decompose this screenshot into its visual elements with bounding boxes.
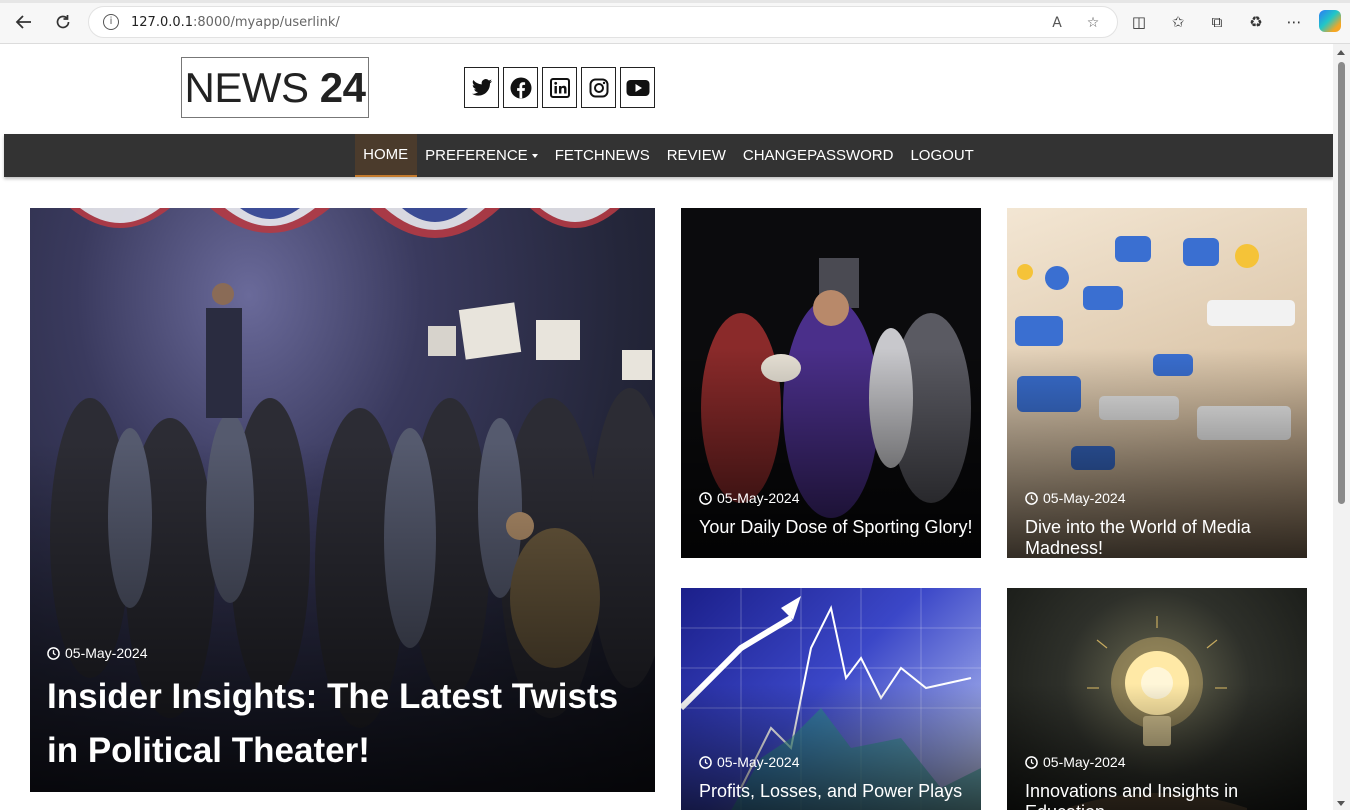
article-date: 05-May-2024 — [1043, 754, 1126, 770]
scroll-down-arrow-icon[interactable] — [1337, 801, 1345, 806]
refresh-icon — [56, 15, 70, 29]
refresh-button[interactable] — [49, 8, 77, 36]
caret-down-icon — [531, 153, 538, 158]
article-title[interactable]: Profits, Losses, and Power Plays — [699, 781, 962, 802]
article-meta: 05-May-2024 — [699, 490, 800, 506]
copilot-icon[interactable] — [1319, 10, 1341, 32]
featured-article-card[interactable]: 05-May-2024 Insider Insights: The Latest… — [30, 208, 655, 792]
business-article-card[interactable]: 05-May-2024 Profits, Losses, and Power P… — [681, 588, 981, 810]
favorite-star-icon[interactable]: ☆ — [1083, 13, 1103, 33]
clock-icon — [699, 755, 712, 769]
favorites-icon[interactable]: ✩ — [1167, 11, 1189, 33]
article-meta: 05-May-2024 — [1025, 754, 1126, 770]
article-date: 05-May-2024 — [1043, 490, 1126, 506]
article-date: 05-May-2024 — [717, 754, 800, 770]
url-host: 127.0.0.1 — [131, 15, 194, 30]
logo-number: 24 — [319, 63, 366, 111]
more-menu-icon[interactable]: ⋯ — [1283, 11, 1305, 33]
site-logo[interactable]: NEWS 24 — [181, 57, 369, 118]
logo-text: NEWS 24 — [185, 64, 366, 112]
main-navbar: HOME PREFERENCE FETCHNEWS REVIEW CHANGEP… — [4, 134, 1333, 177]
article-date: 05-May-2024 — [65, 645, 148, 661]
social-links — [464, 67, 655, 108]
article-title[interactable]: Dive into the World of Media Madness! — [1025, 517, 1307, 558]
nav-preference-label: PREFERENCE — [425, 147, 528, 164]
media-article-card[interactable]: 05-May-2024 Dive into the World of Media… — [1007, 208, 1307, 558]
page-scrollbar[interactable] — [1333, 44, 1350, 810]
split-screen-icon[interactable]: ◫ — [1128, 11, 1150, 33]
url-path: :8000/myapp/userlink/ — [193, 15, 340, 30]
nav-home[interactable]: HOME — [354, 134, 417, 177]
nav-preference-dropdown[interactable]: PREFERENCE — [417, 134, 547, 177]
education-article-card[interactable]: 05-May-2024 Innovations and Insights in … — [1007, 588, 1307, 810]
sports-article-card[interactable]: 05-May-2024 Your Daily Dose of Sporting … — [681, 208, 981, 558]
address-bar[interactable]: i 127.0.0.1:8000/myapp/userlink/ A ☆ — [88, 6, 1118, 38]
web-page: NEWS 24 HOME PREFERENCE FETCHNEWS REVIEW… — [0, 44, 1333, 810]
url-text: 127.0.0.1:8000/myapp/userlink/ — [131, 15, 340, 30]
instagram-icon[interactable] — [581, 67, 616, 108]
site-info-icon[interactable]: i — [103, 14, 119, 30]
back-arrow-icon — [15, 15, 31, 29]
extensions-icon[interactable]: ♻ — [1245, 11, 1267, 33]
facebook-icon[interactable] — [503, 67, 538, 108]
nav-fetchnews[interactable]: FETCHNEWS — [546, 134, 658, 177]
browser-toolbar: i 127.0.0.1:8000/myapp/userlink/ A ☆ ◫ ✩… — [0, 0, 1350, 44]
clock-icon — [47, 646, 60, 660]
youtube-icon[interactable] — [620, 67, 655, 108]
back-button[interactable] — [10, 8, 38, 36]
clock-icon — [1025, 755, 1038, 769]
nav-logout[interactable]: LOGOUT — [902, 134, 982, 177]
logo-word: NEWS — [184, 63, 310, 111]
read-aloud-icon[interactable]: A — [1047, 13, 1067, 33]
clock-icon — [1025, 491, 1038, 505]
tab-strip — [0, 0, 1350, 3]
article-title[interactable]: Your Daily Dose of Sporting Glory! — [699, 517, 972, 538]
article-meta: 05-May-2024 — [699, 754, 800, 770]
linkedin-icon[interactable] — [542, 67, 577, 108]
nav-changepassword[interactable]: CHANGEPASSWORD — [734, 134, 902, 177]
article-title[interactable]: Innovations and Insights in Education — [1025, 781, 1307, 810]
collections-icon[interactable]: ⧉ — [1206, 11, 1228, 33]
article-meta: 05-May-2024 — [47, 645, 148, 661]
clock-icon — [699, 491, 712, 505]
nav-review[interactable]: REVIEW — [658, 134, 734, 177]
article-meta: 05-May-2024 — [1025, 490, 1126, 506]
article-date: 05-May-2024 — [717, 490, 800, 506]
twitter-icon[interactable] — [464, 67, 499, 108]
scroll-up-arrow-icon[interactable] — [1337, 50, 1345, 55]
scroll-thumb[interactable] — [1338, 62, 1345, 504]
article-title[interactable]: Insider Insights: The Latest Twists in P… — [47, 670, 647, 778]
